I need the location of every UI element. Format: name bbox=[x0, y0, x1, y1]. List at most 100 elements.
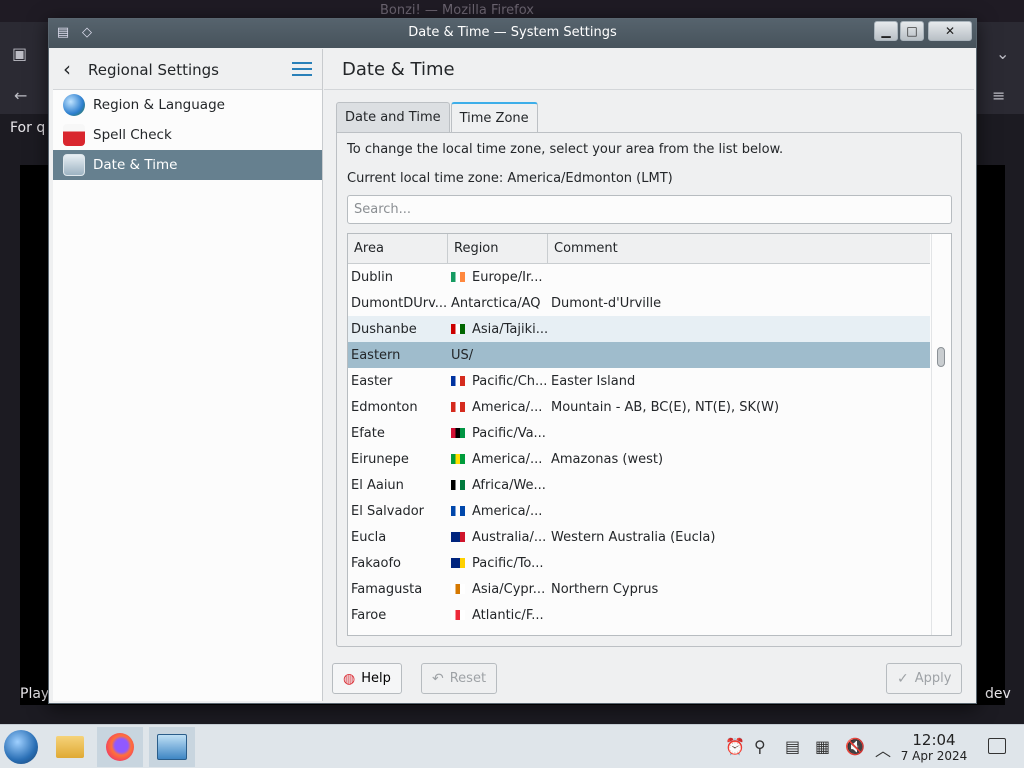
cell-comment: Northern Cyprus bbox=[551, 581, 659, 597]
volume-muted-icon[interactable]: 🔇 bbox=[845, 737, 865, 756]
task-system-settings[interactable] bbox=[149, 727, 195, 767]
table-row[interactable]: DumontDUrv... Antarctica/AQ Dumont-d'Urvil… bbox=[348, 290, 930, 316]
notes-icon[interactable]: ▦ bbox=[815, 737, 830, 756]
region-text: Asia/Cypr... bbox=[472, 581, 546, 597]
help-button[interactable]: ◍ Help bbox=[332, 663, 402, 694]
clock-date[interactable]: 7 Apr 2024 bbox=[895, 749, 973, 763]
table-header: Area Region Comment bbox=[348, 234, 930, 264]
table-body: Dublin Europe/Ir... DumontDUrv... Antarctic… bbox=[348, 264, 930, 636]
cell-region: Pacific/Fiji bbox=[448, 634, 548, 636]
search-input[interactable] bbox=[347, 195, 952, 224]
apply-button-label: Apply bbox=[914, 671, 952, 686]
current-zone-text: Current local time zone: America/Edmonto… bbox=[347, 171, 673, 186]
firefox-icon bbox=[106, 733, 134, 761]
column-header-comment[interactable]: Comment bbox=[548, 234, 930, 264]
region-text: Africa/We... bbox=[472, 477, 546, 493]
table-row[interactable]: Eirunepe America/... Amazonas (west) bbox=[348, 446, 930, 472]
cell-area: Eastern bbox=[351, 347, 401, 363]
clipboard-icon[interactable]: ▤ bbox=[785, 737, 800, 756]
alarm-bell-icon[interactable]: ⏰ bbox=[725, 737, 745, 756]
cell-area: Dublin bbox=[351, 269, 393, 285]
cell-region: Pacific/Va... bbox=[448, 426, 548, 441]
hamburger-menu-icon[interactable] bbox=[292, 62, 312, 76]
region-text: Pacific/To... bbox=[472, 555, 544, 571]
cell-area: Dushanbe bbox=[351, 321, 417, 337]
firefox-view-icon: ▣ bbox=[12, 44, 28, 63]
table-row[interactable]: Faroe Atlantic/F... bbox=[348, 602, 930, 628]
table-row[interactable]: Edmonton America/... Mountain - AB, BC(E),… bbox=[348, 394, 930, 420]
help-lifebuoy-icon: ◍ bbox=[343, 670, 356, 687]
reset-button-label: Reset bbox=[449, 671, 487, 686]
scrollbar-thumb[interactable] bbox=[937, 347, 945, 367]
table-row[interactable]: Efate Pacific/Va... bbox=[348, 420, 930, 446]
flag-icon bbox=[451, 532, 465, 542]
cell-region: US/ bbox=[448, 348, 548, 363]
sidebar-item-spell-check[interactable]: Spell Check bbox=[53, 120, 322, 150]
system-settings-icon bbox=[157, 734, 187, 760]
tab-date-and-time[interactable]: Date and Time bbox=[336, 102, 450, 132]
table-row[interactable]: Easter Pacific/Ch... Easter Island bbox=[348, 368, 930, 394]
sidebar-item-label: Date & Time bbox=[93, 157, 178, 173]
cell-comment: Easter Island bbox=[551, 373, 636, 389]
chevron-up-icon[interactable]: ︿ bbox=[875, 737, 891, 761]
cell-region: America/... bbox=[448, 504, 548, 519]
main-header: Date & Time bbox=[324, 49, 974, 90]
cell-comment: Amazonas (west) bbox=[551, 451, 664, 467]
task-file-manager[interactable] bbox=[47, 727, 93, 767]
cell-area: Fakaofo bbox=[351, 555, 402, 571]
spellcheck-icon bbox=[63, 124, 85, 146]
cell-region: Atlantic/F... bbox=[448, 608, 548, 623]
flag-icon bbox=[451, 428, 465, 438]
cell-region: Pacific/Ch... bbox=[448, 374, 548, 389]
table-row[interactable]: Fiji Pacific/Fiji bbox=[348, 628, 930, 636]
kde-connect-icon[interactable]: ⚲ bbox=[754, 737, 766, 756]
table-row[interactable]: Fakaofo Pacific/To... bbox=[348, 550, 930, 576]
table-row[interactable]: El Salvador America/... bbox=[348, 498, 930, 524]
list-all-tabs-icon: ⌄ bbox=[996, 44, 1010, 63]
maximize-button[interactable]: □ bbox=[900, 21, 924, 41]
start-menu-button[interactable] bbox=[4, 730, 38, 764]
sidebar-item-region-language[interactable]: Region & Language bbox=[53, 90, 322, 120]
window-titlebar[interactable]: ▤ ◇ Date & Time — System Settings ▁ □ ✕ bbox=[49, 19, 976, 48]
minimize-button[interactable]: ▁ bbox=[874, 21, 898, 41]
sidebar-item-label: Spell Check bbox=[93, 127, 172, 143]
apply-button[interactable]: ✓ Apply bbox=[886, 663, 963, 694]
column-header-region[interactable]: Region bbox=[448, 234, 548, 264]
region-text: Antarctica/AQ bbox=[451, 295, 541, 311]
cell-area: Eucla bbox=[351, 529, 387, 545]
table-row[interactable]: El Aaiun Africa/We... bbox=[348, 472, 930, 498]
flag-icon bbox=[451, 402, 465, 412]
time-zone-panel: To change the local time zone, select yo… bbox=[336, 132, 962, 647]
flag-icon bbox=[451, 584, 465, 594]
sidebar: ‹ Regional Settings Region & Language Sp… bbox=[53, 49, 323, 701]
cell-area: Fiji bbox=[348, 634, 448, 636]
task-firefox[interactable] bbox=[97, 727, 143, 767]
column-header-area[interactable]: Area bbox=[348, 234, 448, 264]
cell-region: Asia/Tajiki... bbox=[448, 322, 548, 337]
clock-time[interactable]: 12:04 bbox=[900, 731, 968, 749]
table-row[interactable]: Eastern US/ bbox=[348, 342, 930, 368]
sidebar-item-date-time[interactable]: Date & Time bbox=[53, 150, 322, 180]
flag-icon bbox=[451, 480, 465, 490]
table-row[interactable]: Dushanbe Asia/Tajiki... bbox=[348, 316, 930, 342]
table-row[interactable]: Famagusta Asia/Cypr... Northern Cyprus bbox=[348, 576, 930, 602]
region-text: America/... bbox=[472, 451, 543, 467]
sidebar-header: ‹ Regional Settings bbox=[53, 49, 322, 90]
reset-icon: ↶ bbox=[432, 670, 444, 687]
show-desktop-button[interactable] bbox=[988, 738, 1006, 754]
cell-region: Pacific/To... bbox=[448, 556, 548, 571]
close-button[interactable]: ✕ bbox=[928, 21, 972, 41]
region-text: America/... bbox=[472, 399, 543, 415]
cell-area: DumontDUrv... bbox=[351, 295, 448, 311]
tab-time-zone[interactable]: Time Zone bbox=[450, 102, 538, 133]
reset-button[interactable]: ↶ Reset bbox=[421, 663, 498, 694]
table-row[interactable]: Eucla Australia/... Western Australia (Euc… bbox=[348, 524, 930, 550]
cell-area: El Salvador bbox=[351, 503, 424, 519]
vertical-scrollbar[interactable] bbox=[931, 234, 951, 635]
cell-region: America/... bbox=[448, 400, 548, 415]
table-row[interactable]: Dublin Europe/Ir... bbox=[348, 264, 930, 290]
flag-icon bbox=[451, 558, 465, 568]
back-icon[interactable]: ‹ bbox=[63, 57, 71, 81]
flag-icon bbox=[451, 506, 465, 516]
background-side-text: For q bbox=[10, 120, 46, 136]
